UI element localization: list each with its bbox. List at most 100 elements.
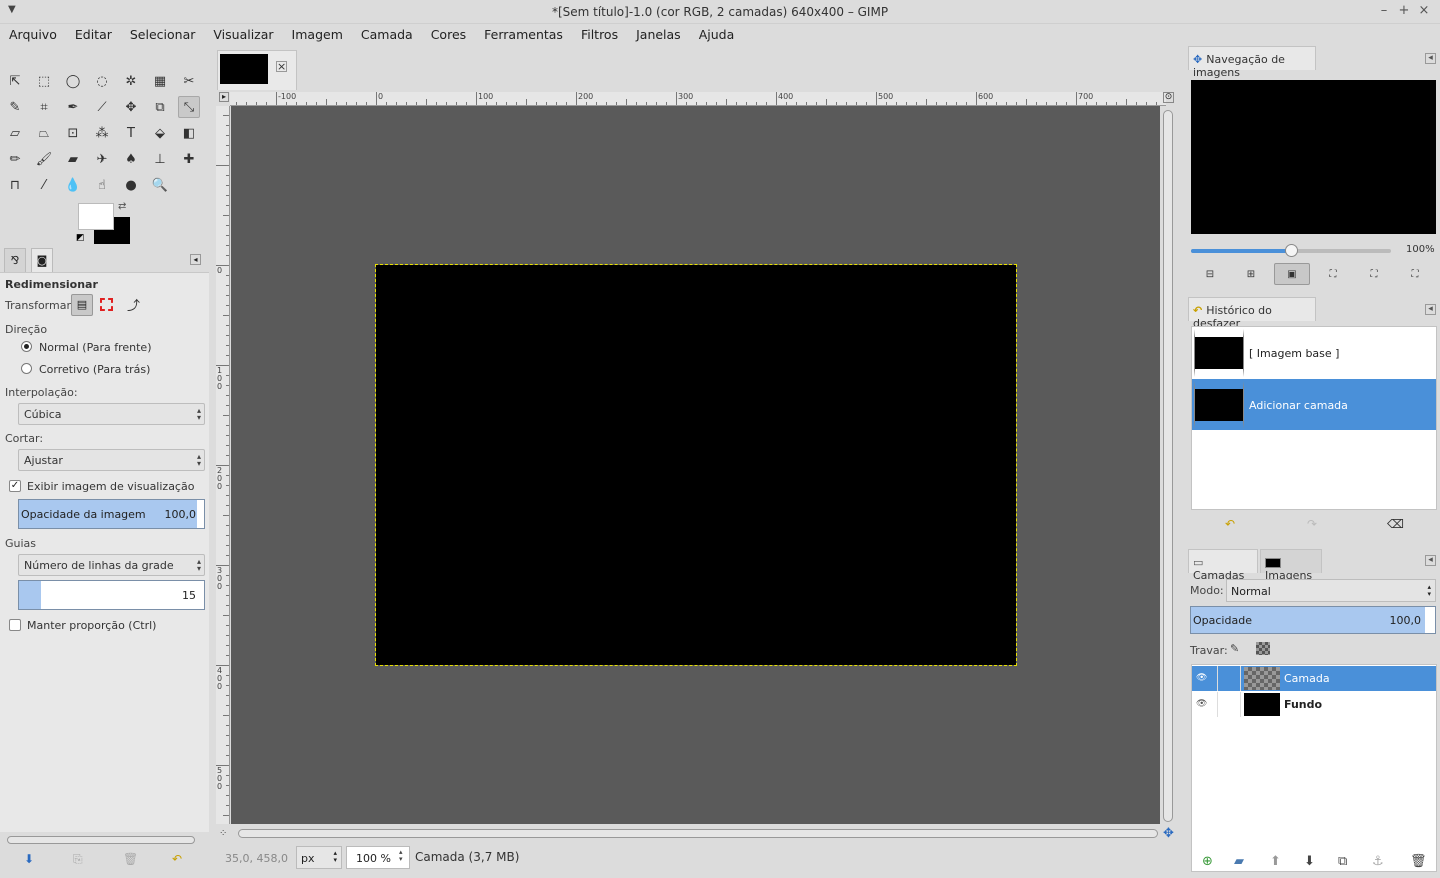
clip-select[interactable]: Ajustar ▴ ▾ bbox=[18, 449, 205, 471]
visibility-eye-icon[interactable]: 👁 bbox=[1196, 673, 1207, 683]
airbrush-tool-icon[interactable]: ✈ bbox=[91, 148, 113, 170]
guides-select[interactable]: Número de linhas da grade ▴ ▾ bbox=[18, 554, 205, 576]
canvas-area[interactable] bbox=[231, 106, 1160, 824]
zoom-1-1-button[interactable]: ▣ bbox=[1274, 263, 1310, 285]
color-select-tool-icon[interactable]: ▦ bbox=[149, 70, 171, 92]
image-tab[interactable]: × bbox=[217, 50, 297, 90]
raise-layer-icon[interactable]: ⬆ bbox=[1270, 854, 1281, 869]
menu-camada[interactable]: Camada bbox=[352, 24, 422, 42]
free-select-tool-icon[interactable]: ◌ bbox=[91, 70, 113, 92]
perspective-clone-tool-icon[interactable]: ⊓ bbox=[4, 174, 26, 196]
layer-row-fundo[interactable]: 👁 Fundo bbox=[1192, 692, 1436, 717]
minimize-icon[interactable]: – bbox=[1374, 3, 1394, 18]
zoom-fill-button[interactable]: ⛶ bbox=[1356, 263, 1392, 285]
undo-item-base-image[interactable]: [ Imagem base ] bbox=[1192, 327, 1436, 378]
menu-janelas[interactable]: Janelas bbox=[627, 24, 690, 42]
tab-navigation[interactable]: ✥ Navegação de imagens bbox=[1188, 46, 1316, 79]
tool-options-scrollbar[interactable] bbox=[7, 836, 195, 844]
navigation-preview[interactable] bbox=[1191, 80, 1436, 234]
menu-visualizar[interactable]: Visualizar bbox=[204, 24, 282, 42]
dodge-burn-tool-icon[interactable]: ● bbox=[120, 174, 142, 196]
paths-tool-icon[interactable]: ✒ bbox=[62, 96, 84, 118]
default-colors-icon[interactable]: ◩ bbox=[76, 233, 85, 243]
pencil-tool-icon[interactable]: ✏ bbox=[4, 148, 26, 170]
scissors-tool-icon[interactable]: ✂ bbox=[178, 70, 200, 92]
ink-tool-icon[interactable]: ♠ bbox=[120, 148, 142, 170]
navigation-zoom-slider[interactable] bbox=[1191, 244, 1391, 257]
zoom-tool-icon[interactable]: 🔍 bbox=[149, 174, 171, 196]
navigation-zoom-handle[interactable] bbox=[1285, 244, 1298, 257]
rect-select-tool-icon[interactable]: ⬚ bbox=[33, 70, 55, 92]
transform-layer-button[interactable]: ▤ bbox=[71, 294, 93, 316]
anchor-layer-icon[interactable]: ⚓ bbox=[1372, 854, 1384, 869]
zoom-out-button[interactable]: ⊟ bbox=[1192, 263, 1228, 285]
image-menu-icon[interactable]: ▸ bbox=[219, 92, 229, 102]
direction-normal-radio[interactable] bbox=[21, 341, 32, 352]
quick-mask-icon[interactable]: ⁘ bbox=[219, 828, 227, 839]
foreground-select-tool-icon[interactable]: ✎ bbox=[4, 96, 26, 118]
zoom-spin-icon[interactable]: ▴ ▾ bbox=[399, 849, 403, 863]
cage-transform-tool-icon[interactable]: ⁂ bbox=[91, 122, 113, 144]
menu-filtros[interactable]: Filtros bbox=[572, 24, 627, 42]
keep-aspect-checkbox[interactable] bbox=[9, 619, 21, 631]
move-tool-icon[interactable]: ✥ bbox=[120, 96, 142, 118]
gradient-tool-icon[interactable]: ◧ bbox=[178, 122, 200, 144]
transform-selection-button[interactable] bbox=[100, 298, 113, 311]
color-picker-tool-icon[interactable]: ⁄ bbox=[33, 174, 55, 196]
clear-history-icon[interactable]: ⌫ bbox=[1387, 517, 1404, 531]
save-options-icon[interactable]: ⬇ bbox=[24, 852, 34, 866]
show-preview-checkbox[interactable]: ✓ bbox=[9, 480, 21, 492]
menu-ajuda[interactable]: Ajuda bbox=[690, 24, 744, 42]
reset-options-icon[interactable]: ↶ bbox=[172, 852, 182, 866]
text-tool-icon[interactable]: T bbox=[120, 122, 142, 144]
image-canvas[interactable] bbox=[375, 264, 1017, 666]
menu-editar[interactable]: Editar bbox=[66, 24, 121, 42]
menu-ferramentas[interactable]: Ferramentas bbox=[475, 24, 572, 42]
zoom-in-button[interactable]: ⊞ bbox=[1233, 263, 1269, 285]
undo-history-menu-icon[interactable]: ◂ bbox=[1425, 304, 1436, 315]
menu-imagem[interactable]: Imagem bbox=[283, 24, 352, 42]
paintbrush-tool-icon[interactable]: 🖌 bbox=[33, 148, 55, 170]
shear-tool-icon[interactable]: ▱ bbox=[4, 122, 26, 144]
unit-select[interactable]: px ▴ ▾ bbox=[296, 846, 342, 869]
bucket-fill-tool-icon[interactable]: ⬙ bbox=[149, 122, 171, 144]
fg-bg-color-selector[interactable]: ⇄ ◩ bbox=[76, 201, 136, 247]
align-tool-icon[interactable]: ⧉ bbox=[149, 96, 171, 118]
lock-pixels-icon[interactable]: ✎ bbox=[1230, 642, 1239, 655]
clone-tool-icon[interactable]: ⊥ bbox=[149, 148, 171, 170]
tab-layers[interactable]: ▭Camadas bbox=[1188, 549, 1258, 582]
layer-chain-column[interactable] bbox=[1217, 666, 1218, 691]
move-select-tool-icon[interactable]: ⇱ bbox=[4, 70, 26, 92]
swap-colors-icon[interactable]: ⇄ bbox=[118, 201, 126, 212]
zoom-fit-button[interactable]: ⛶ bbox=[1315, 263, 1351, 285]
zoom-image-icon[interactable]: ⊙ bbox=[1163, 92, 1174, 103]
shrink-wrap-button[interactable]: ⛶ bbox=[1397, 263, 1433, 285]
smudge-tool-icon[interactable]: ☝ bbox=[91, 174, 113, 196]
delete-layer-icon[interactable]: 🗑 bbox=[1410, 854, 1427, 869]
maximize-icon[interactable]: + bbox=[1394, 3, 1414, 18]
duplicate-layer-icon[interactable]: ⧉ bbox=[1338, 854, 1347, 869]
scale-tool-icon[interactable]: ⤡ bbox=[178, 96, 200, 118]
layer-chain-column[interactable] bbox=[1217, 692, 1218, 717]
redo-icon[interactable]: ↷ bbox=[1307, 517, 1317, 531]
layer-opacity-spin[interactable]: Opacidade 100,0 bbox=[1190, 606, 1436, 634]
lock-alpha-icon[interactable] bbox=[1256, 642, 1270, 655]
undo-item-add-layer[interactable]: Adicionar camada bbox=[1192, 379, 1436, 430]
blur-tool-icon[interactable]: 💧 bbox=[62, 174, 84, 196]
crop-tool-icon[interactable]: ⌗ bbox=[33, 96, 55, 118]
new-layer-icon[interactable]: ⊕ bbox=[1202, 854, 1213, 869]
restore-options-icon[interactable]: ⎘ bbox=[73, 852, 83, 867]
close-tab-icon[interactable]: × bbox=[276, 61, 287, 72]
grid-lines-spin[interactable]: 15 bbox=[18, 580, 205, 610]
vertical-scrollbar[interactable] bbox=[1163, 110, 1173, 822]
menu-cores[interactable]: Cores bbox=[422, 24, 475, 42]
foreground-color-swatch[interactable] bbox=[78, 203, 114, 230]
tab-undo-history[interactable]: ↶ Histórico do desfazer bbox=[1188, 297, 1316, 330]
heal-tool-icon[interactable]: ✚ bbox=[178, 148, 200, 170]
close-icon[interactable]: × bbox=[1414, 3, 1434, 18]
dock-menu-icon[interactable]: ◂ bbox=[190, 254, 201, 265]
eraser-tool-icon[interactable]: ▰ bbox=[62, 148, 84, 170]
visibility-eye-icon[interactable]: 👁 bbox=[1196, 699, 1207, 709]
menu-arquivo[interactable]: Arquivo bbox=[0, 24, 66, 42]
menu-selecionar[interactable]: Selecionar bbox=[121, 24, 205, 42]
